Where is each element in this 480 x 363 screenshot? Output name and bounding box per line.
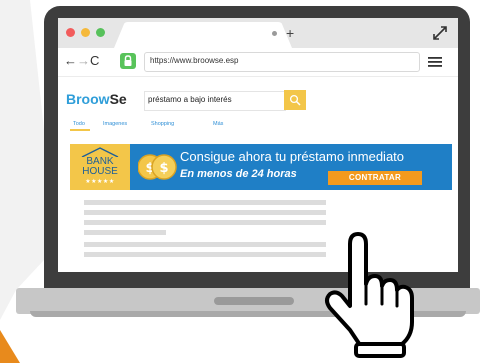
menu-icon[interactable]: [428, 57, 442, 67]
tab-loading-dot: [272, 31, 277, 36]
new-tab-button[interactable]: +: [286, 23, 294, 43]
contratar-button[interactable]: CONTRATAR: [328, 171, 422, 185]
ad-subline: En menos de 24 horas: [180, 168, 297, 180]
search-engine-logo[interactable]: BroowSe: [66, 90, 127, 108]
tab-mas[interactable]: Más: [213, 120, 223, 128]
laptop-notch: [214, 297, 294, 305]
result-placeholder-line: [84, 220, 326, 225]
browser-nav-bar: ← → C https://www.broowse.esp: [58, 48, 458, 77]
url-text: https://www.broowse.esp: [150, 56, 239, 65]
logo-part-2: Se: [109, 91, 127, 107]
logo-part-1: Broow: [66, 91, 110, 107]
browser-tab[interactable]: [114, 22, 292, 48]
expand-icon[interactable]: [432, 25, 448, 41]
close-window-button[interactable]: [66, 28, 75, 37]
svg-text:$: $: [159, 161, 168, 176]
search-query: préstamo a bajo interés: [148, 95, 232, 104]
maximize-window-button[interactable]: [96, 28, 105, 37]
result-placeholder-line: [84, 252, 326, 257]
tab-imagenes[interactable]: Imagenes: [103, 120, 127, 128]
coin-icon: $ $: [138, 154, 177, 180]
search-icon: [289, 94, 301, 106]
result-placeholder-line: [84, 230, 166, 235]
forward-button[interactable]: →: [77, 53, 90, 69]
lock-icon: [120, 53, 136, 69]
active-tab-indicator: [70, 129, 90, 131]
hand-cursor-icon: [325, 232, 414, 358]
reload-button[interactable]: C: [90, 52, 99, 70]
tab-todo[interactable]: Todo: [73, 120, 85, 128]
ad-logo-line-2: HOUSE: [82, 166, 118, 177]
tab-shopping[interactable]: Shopping: [151, 120, 174, 128]
result-placeholder-line: [84, 210, 326, 215]
ad-headline: Consigue ahora tu préstamo inmediato: [180, 149, 405, 164]
result-placeholder-line: [84, 242, 326, 247]
minimize-window-button[interactable]: [81, 28, 90, 37]
ad-rating-stars: ★★★★★: [85, 179, 115, 185]
result-placeholder-line: [84, 200, 326, 205]
back-button[interactable]: ←: [64, 53, 77, 69]
